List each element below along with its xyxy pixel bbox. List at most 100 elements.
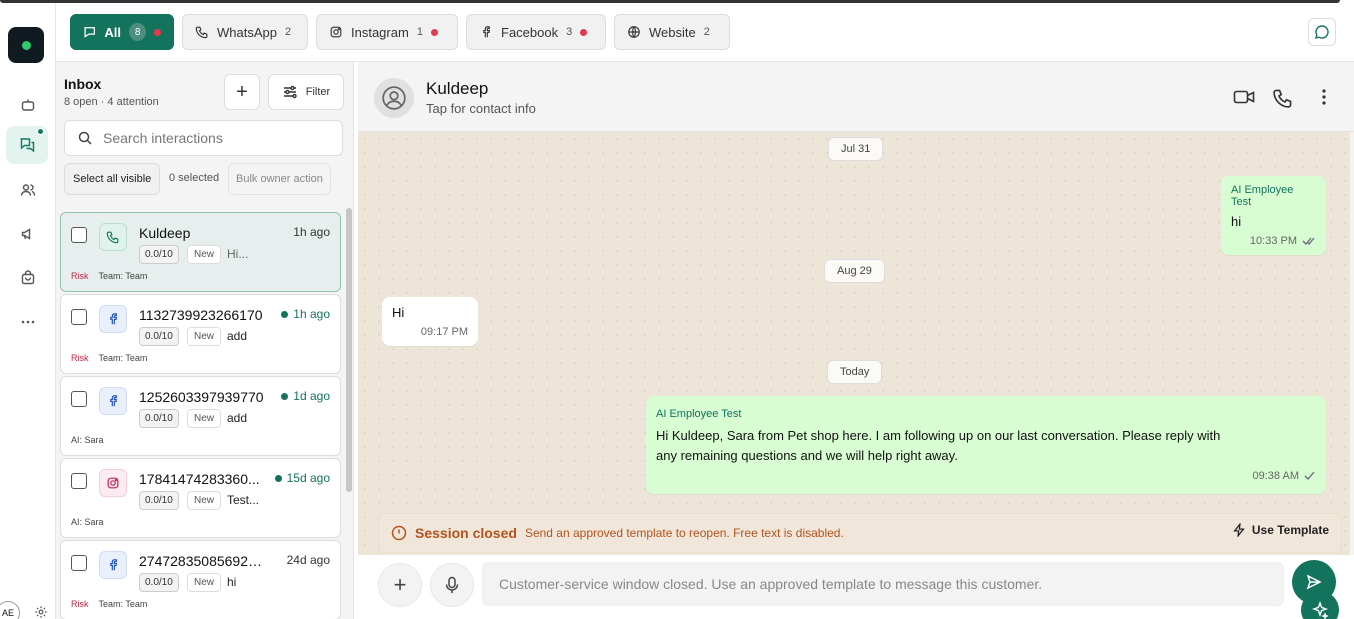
- conversation-card[interactable]: 17841474283360... 15d ago 0.0/10 New Tes…: [60, 458, 341, 538]
- status-badge: New: [187, 245, 222, 264]
- tab-all[interactable]: All 8: [70, 14, 174, 50]
- bulk-owner-button[interactable]: Bulk owner action: [228, 163, 331, 195]
- chat-icon: [84, 27, 95, 38]
- chat-pane: Kuldeep Tap for contact info Jul 31 AI E…: [358, 62, 1354, 619]
- more-icon[interactable]: [14, 308, 42, 336]
- tab-instagram[interactable]: Instagram 1: [316, 14, 458, 50]
- new-chat-button[interactable]: [1308, 18, 1336, 46]
- tab-label: Website: [649, 24, 696, 40]
- date-separator: Aug 29: [824, 259, 885, 283]
- alert-circle-icon: [391, 525, 407, 541]
- select-checkbox[interactable]: [71, 309, 87, 325]
- bot-icon[interactable]: [14, 91, 42, 119]
- tab-whatsapp[interactable]: WhatsApp 2: [182, 14, 308, 50]
- settings-icon[interactable]: [34, 605, 48, 619]
- sparkles-icon: [1311, 601, 1329, 619]
- ai-assist-button[interactable]: [1301, 591, 1339, 619]
- message-bubble-outgoing[interactable]: AI Employee Test Hi Kuldeep, Sara from P…: [646, 396, 1326, 494]
- tab-label: WhatsApp: [217, 24, 277, 40]
- inbox-subtitle: 8 open · 4 attention: [64, 96, 159, 108]
- shop-icon[interactable]: [14, 264, 42, 292]
- select-checkbox[interactable]: [71, 227, 87, 243]
- owner-label: Team: Team: [98, 599, 148, 609]
- attach-button[interactable]: +: [378, 563, 422, 607]
- campaigns-icon[interactable]: [14, 220, 42, 248]
- message-meta: 09:17 PM: [420, 326, 468, 338]
- user-circle-icon: [382, 86, 406, 110]
- more-vertical-icon[interactable]: [1314, 87, 1334, 112]
- last-activity: 24d ago: [286, 553, 330, 567]
- score-badge: 0.0/10: [139, 245, 179, 264]
- message-preview: add: [227, 329, 248, 343]
- facebook-icon: [99, 305, 127, 333]
- user-avatar[interactable]: AE: [0, 601, 20, 619]
- tab-count: 3: [566, 26, 573, 38]
- tab-facebook[interactable]: Facebook 3: [466, 14, 606, 50]
- contacts-icon[interactable]: [14, 176, 42, 204]
- instagram-icon: [99, 469, 127, 497]
- contact-name: Kuldeep: [139, 225, 191, 241]
- alert-dot: [430, 28, 438, 36]
- app-logo[interactable]: [8, 27, 44, 63]
- selected-count: 0 selected: [169, 172, 220, 184]
- select-all-button[interactable]: Select all visible: [64, 163, 161, 195]
- message-circle-icon: [1315, 25, 1329, 39]
- conversation-card[interactable]: 1132739923266170 1h ago 0.0/10 New add R…: [60, 294, 341, 374]
- bolt-icon: [1233, 523, 1245, 537]
- score-badge: 0.0/10: [139, 491, 179, 510]
- message-bubble-incoming[interactable]: Hi 09:17 PM: [382, 297, 478, 346]
- conversations-icon[interactable]: [6, 126, 48, 164]
- voice-button[interactable]: [430, 563, 474, 607]
- conversation-card[interactable]: 27472835085692099 24d ago 0.0/10 New hi …: [60, 540, 341, 619]
- owner-label: AI: Sara: [71, 435, 104, 445]
- card-tags: Risk Team: Team: [71, 353, 147, 363]
- select-checkbox[interactable]: [71, 391, 87, 407]
- status-badge: New: [187, 409, 222, 428]
- contact-avatar[interactable]: [374, 78, 414, 118]
- filter-label: Filter: [305, 86, 331, 98]
- message-thread: Jul 31 AI Employee Test hi 10:33 PM Aug …: [358, 132, 1350, 555]
- alert-dot: [154, 28, 161, 36]
- conversation-list: Kuldeep 1h ago 0.0/10 New Hi... Risk Team…: [56, 210, 354, 619]
- select-checkbox[interactable]: [71, 473, 87, 489]
- owner-label: Team: Team: [98, 353, 148, 363]
- message-bubble-outgoing[interactable]: AI Employee Test hi 10:33 PM: [1221, 176, 1326, 255]
- message-sender: AI Employee Test: [1231, 184, 1294, 208]
- score-badge: 0.0/10: [139, 327, 179, 346]
- phone-call-icon[interactable]: [1272, 87, 1294, 114]
- use-template-button[interactable]: Use Template: [1232, 523, 1329, 537]
- alert-dot: [580, 28, 588, 36]
- add-interaction-button[interactable]: +: [224, 74, 260, 110]
- risk-label: Risk: [71, 271, 89, 281]
- search-input[interactable]: [103, 130, 323, 146]
- tab-website[interactable]: Website 2: [614, 14, 730, 50]
- contact-name: 27472835085692099: [139, 553, 267, 569]
- message-text: Hi: [392, 305, 405, 320]
- channel-filter-bar: All 8 WhatsApp 2 Instagram 1 Facebook 3 …: [56, 3, 1354, 62]
- last-activity: 1h ago: [281, 307, 330, 321]
- message-preview: Test...: [227, 493, 260, 507]
- conversation-card[interactable]: 1252603397939770 1d ago 0.0/10 New add A…: [60, 376, 341, 456]
- sliders-icon: [283, 85, 297, 99]
- tab-label: All: [104, 24, 122, 40]
- chat-header[interactable]: Kuldeep Tap for contact info: [358, 62, 1354, 132]
- nav-rail: AE: [0, 3, 56, 619]
- thread-scrollbar[interactable]: [1350, 132, 1354, 555]
- facebook-icon: [99, 551, 127, 579]
- contact-name: 1132739923266170: [139, 307, 263, 323]
- online-dot: [281, 310, 289, 318]
- online-dot: [281, 392, 289, 400]
- globe-icon: [628, 26, 640, 38]
- filter-button[interactable]: Filter: [268, 74, 344, 110]
- video-call-icon[interactable]: [1233, 87, 1255, 112]
- conversation-card[interactable]: Kuldeep 1h ago 0.0/10 New Hi... Risk Team…: [60, 212, 341, 292]
- list-scrollbar[interactable]: [346, 208, 352, 492]
- contact-info-hint[interactable]: Tap for contact info: [426, 101, 536, 116]
- whatsapp-icon: [99, 223, 127, 251]
- chat-contact-name[interactable]: Kuldeep: [426, 79, 488, 99]
- tab-label: Instagram: [351, 24, 409, 40]
- select-checkbox[interactable]: [71, 555, 87, 571]
- last-activity: 1h ago: [293, 225, 330, 239]
- status-badge: New: [187, 573, 222, 592]
- message-input[interactable]: [499, 576, 1259, 592]
